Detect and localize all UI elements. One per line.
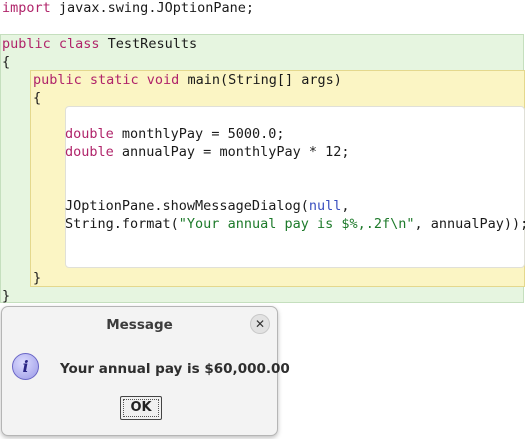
ok-button[interactable]: OK — [120, 396, 162, 420]
code-line-show-dialog: JOptionPane.showMessageDialog(null, — [65, 198, 350, 214]
code-line-class-close: } — [2, 288, 11, 304]
ok-button-label: OK — [123, 399, 159, 417]
code-line-method-close: } — [33, 270, 42, 286]
message-dialog: Message ✕ i Your annual pay is $60,000.0… — [1, 306, 290, 436]
code-line-method-decl: public static void main(String[] args) — [33, 72, 342, 88]
code-line-string-format: String.format("Your annual pay is $%,.2f… — [65, 216, 525, 232]
info-icon: i — [12, 353, 39, 380]
code-line-method-open: { — [33, 90, 42, 106]
dialog-message: Your annual pay is $60,000.00 — [60, 361, 290, 377]
code-line-annual-pay: double annualPay = monthlyPay * 12; — [65, 144, 350, 160]
dialog-title: Message — [106, 317, 173, 333]
code-line-class-decl: public class TestResults — [2, 36, 198, 52]
close-icon[interactable]: ✕ — [250, 314, 270, 334]
code-line-monthly-pay: double monthlyPay = 5000.0; — [65, 126, 285, 142]
code-line-class-open: { — [2, 54, 11, 70]
code-line-import: import javax.swing.JOptionPane; — [2, 0, 254, 16]
